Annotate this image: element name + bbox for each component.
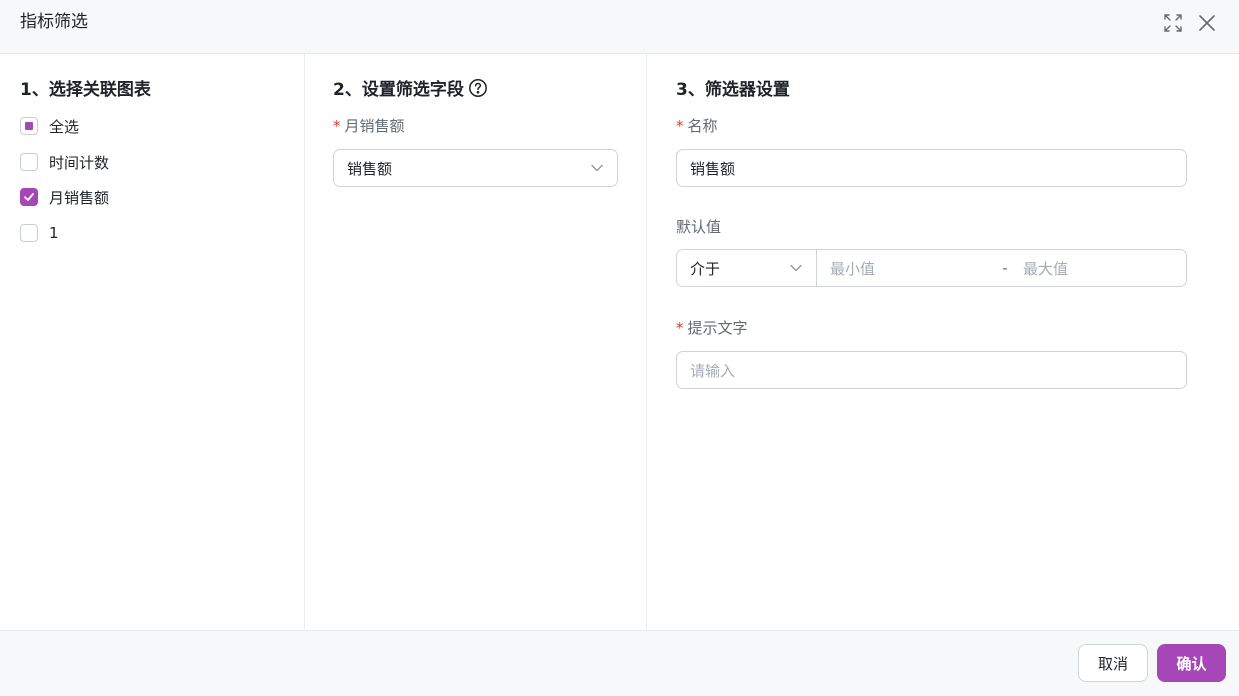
name-input[interactable]: 销售额	[676, 149, 1187, 187]
checkbox-item-monthly-sales[interactable]: 月销售额	[20, 186, 109, 208]
fullscreen-icon	[1164, 14, 1182, 32]
filter-settings-panel: 3、筛选器设置 * 名称 销售额 默认值 介于 最小值 - 最大值 * 提示文字 请…	[647, 54, 1239, 630]
hint-label: * 提示文字	[676, 318, 748, 338]
monthly-sales-checkbox[interactable]	[20, 188, 38, 206]
hint-input-placeholder: 请输入	[690, 361, 736, 380]
dialog-header: 指标筛选	[0, 0, 1239, 54]
field-select[interactable]: 销售额	[333, 149, 618, 187]
close-button[interactable]	[1196, 12, 1218, 34]
dialog-footer: 取消 确认	[0, 630, 1239, 696]
field-label-text: 月销售额	[344, 117, 405, 135]
dialog-title: 指标筛选	[20, 12, 88, 32]
required-mark: *	[676, 319, 684, 337]
name-label: * 名称	[676, 116, 718, 136]
min-value-input[interactable]: 最小值	[817, 250, 987, 286]
checkbox-label: 时间计数	[49, 153, 110, 172]
required-mark: *	[333, 117, 341, 135]
check-icon	[24, 193, 34, 201]
field-select-value: 销售额	[347, 159, 393, 178]
default-value-label: 默认值	[676, 218, 722, 236]
cancel-button[interactable]: 取消	[1078, 644, 1148, 682]
range-separator: -	[1002, 259, 1008, 277]
hint-label-text: 提示文字	[687, 319, 748, 337]
section1-title: 1、选择关联图表	[20, 80, 151, 100]
confirm-button[interactable]: 确认	[1157, 644, 1226, 682]
section2-title-text: 2、设置筛选字段	[333, 80, 464, 100]
field-select-panel: 2、设置筛选字段 * 月销售额 销售额	[305, 54, 647, 630]
field-label: * 月销售额	[333, 116, 405, 136]
checkbox-select-all[interactable]: 全选	[20, 115, 79, 137]
required-mark: *	[676, 117, 684, 135]
max-value-input[interactable]: 最大值	[1023, 250, 1186, 286]
section3-title: 3、筛选器设置	[676, 80, 790, 100]
time-count-checkbox[interactable]	[20, 153, 38, 171]
checkbox-item-1[interactable]: 1	[20, 222, 59, 244]
chevron-down-icon	[790, 264, 802, 272]
name-input-value: 销售额	[690, 159, 736, 178]
range-type-select[interactable]: 介于	[677, 250, 817, 286]
item-1-checkbox[interactable]	[20, 224, 38, 242]
close-icon	[1199, 15, 1215, 31]
checkbox-item-time-count[interactable]: 时间计数	[20, 151, 109, 173]
section2-title: 2、设置筛选字段	[333, 72, 488, 108]
checkbox-label: 全选	[49, 117, 80, 136]
filter-dialog: 指标筛选 1、选择关联图表 全选 时间计数 月销售额 1 2、设置筛选字段 * …	[0, 0, 1239, 696]
select-all-checkbox[interactable]	[20, 117, 38, 135]
help-circle-icon[interactable]	[468, 78, 488, 98]
checkbox-label: 1	[49, 224, 59, 242]
name-label-text: 名称	[687, 117, 718, 135]
default-range-input: 介于 最小值 - 最大值	[676, 249, 1187, 287]
range-type-value: 介于	[690, 259, 721, 278]
fullscreen-button[interactable]	[1162, 12, 1184, 34]
chart-select-panel: 1、选择关联图表 全选 时间计数 月销售额 1	[0, 54, 305, 630]
checkbox-label: 月销售额	[49, 188, 110, 207]
hint-input[interactable]: 请输入	[676, 351, 1187, 389]
chevron-down-icon	[591, 164, 603, 172]
